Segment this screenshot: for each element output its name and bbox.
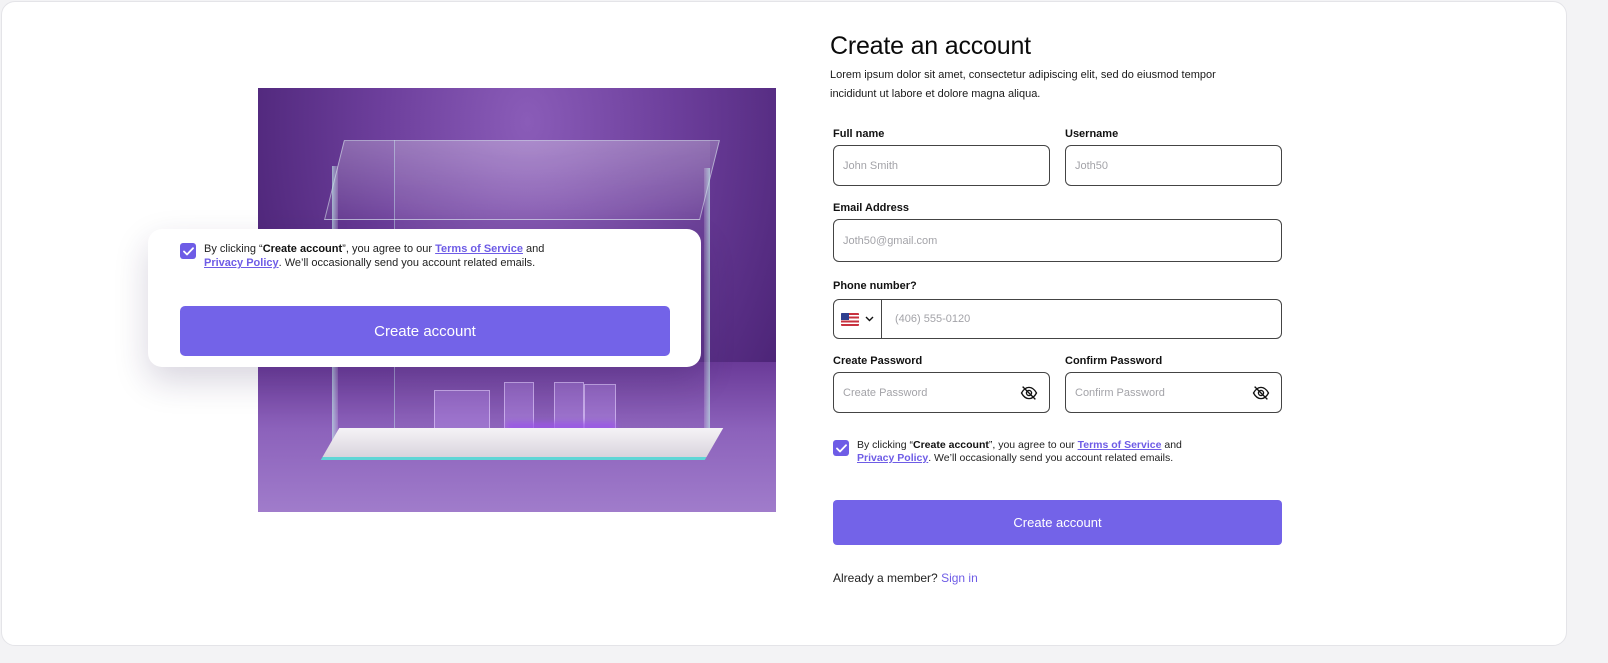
username-label: Username [1065, 128, 1119, 140]
phone-label: Phone number? [833, 280, 917, 292]
signup-card: By clicking “Create account”, you agree … [1, 1, 1567, 646]
email-input[interactable] [833, 219, 1282, 262]
eye-off-icon[interactable] [1252, 384, 1270, 402]
full-name-input[interactable] [833, 145, 1050, 186]
consent-suffix: . We’ll occasionally send you account re… [278, 257, 536, 269]
full-name-label: Full name [833, 128, 885, 140]
page-subtitle: Lorem ipsum dolor sit amet, consectetur … [830, 69, 1216, 100]
email-label: Email Address [833, 202, 910, 214]
eye-off-icon[interactable] [1020, 384, 1038, 402]
consent-prefix: By clicking “ [857, 439, 914, 451]
signin-prompt: Already a member? [833, 571, 938, 585]
sign-in-link[interactable]: Sign in [941, 571, 978, 585]
check-icon [835, 443, 847, 452]
phone-field [833, 299, 1282, 339]
consent-suffix: . We’ll occasionally send you account re… [928, 452, 1174, 464]
consent-text: By clicking “Create account”, you agree … [857, 439, 1182, 465]
consent-and: and [1161, 439, 1182, 451]
confirm-password-wrap [1065, 372, 1282, 413]
confirm-password-label: Confirm Password [1065, 355, 1163, 367]
us-flag-icon [841, 312, 859, 326]
privacy-policy-link[interactable]: Privacy Policy [204, 257, 279, 269]
terms-of-service-link[interactable]: Terms of Service [435, 243, 523, 255]
glass-case-right-edge [704, 168, 710, 438]
confirm-password-input[interactable] [1065, 372, 1282, 413]
create-password-wrap [833, 372, 1050, 413]
chevron-down-icon [865, 316, 874, 322]
signin-row: Already a member? Sign in [833, 571, 978, 585]
form-consent-row: By clicking “Create account”, you agree … [833, 439, 1253, 465]
create-account-button[interactable]: Create account [833, 500, 1282, 545]
glass-case-base [320, 428, 724, 460]
create-password-input[interactable] [833, 372, 1050, 413]
consent-text: By clicking “Create account”, you agree … [204, 242, 544, 270]
consent-bold: Create account [913, 439, 989, 451]
consent-middle: ”, you agree to our [342, 243, 436, 255]
consent-prefix: By clicking “ [204, 243, 263, 255]
page-title: Create an account [830, 32, 1031, 60]
floating-consent-card: By clicking “Create account”, you agree … [148, 229, 701, 367]
consent-checkbox[interactable] [833, 440, 849, 456]
create-password-label: Create Password [833, 355, 923, 367]
consent-and: and [522, 243, 545, 255]
username-input[interactable] [1065, 145, 1282, 186]
floating-create-account-button[interactable]: Create account [180, 306, 670, 356]
floating-consent-row: By clicking “Create account”, you agree … [180, 242, 680, 270]
consent-checkbox[interactable] [180, 243, 196, 259]
check-icon [182, 246, 194, 255]
consent-bold: Create account [262, 243, 343, 255]
phone-input[interactable] [882, 300, 1281, 338]
terms-of-service-link[interactable]: Terms of Service [1078, 439, 1162, 451]
country-code-select[interactable] [834, 300, 882, 338]
consent-middle: ”, you agree to our [988, 439, 1078, 451]
privacy-policy-link[interactable]: Privacy Policy [857, 452, 928, 464]
